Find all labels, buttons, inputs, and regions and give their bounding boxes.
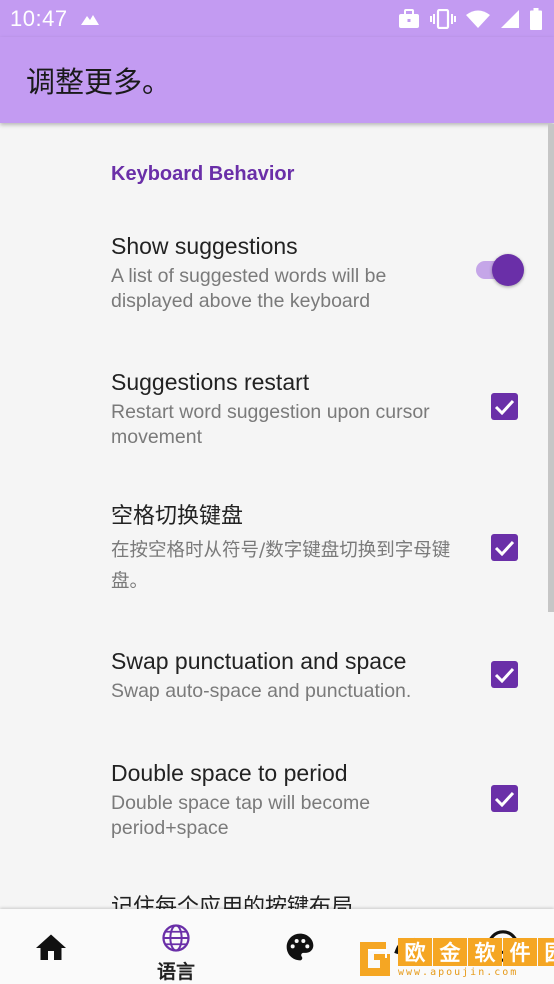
app-bar: 调整更多。 — [0, 37, 554, 123]
checkmark-icon — [494, 540, 515, 556]
pref-title: Show suggestions — [111, 233, 298, 259]
watermark: 欧 金 软 件 园 www.apoujin.com — [356, 936, 554, 980]
switch-thumb — [492, 254, 524, 286]
status-time: 10:47 — [10, 5, 68, 31]
pref-title: 记住每个应用的按键布局 — [111, 895, 354, 909]
watermark-char: 件 — [503, 938, 537, 966]
home-icon — [36, 934, 66, 960]
watermark-url: www.apoujin.com — [398, 967, 519, 978]
checkmark-icon — [494, 791, 515, 807]
watermark-char: 软 — [468, 938, 502, 966]
globe-icon — [162, 924, 190, 952]
nav-label: 语言 — [156, 961, 195, 983]
pref-summary: Swap auto-space and punctuation. — [111, 680, 412, 702]
nav-home[interactable] — [30, 909, 72, 984]
double-space-period-checkbox[interactable] — [491, 785, 518, 812]
palette-icon — [286, 933, 314, 961]
checkmark-icon — [494, 667, 515, 683]
nav-language[interactable]: 语言 — [145, 909, 207, 984]
battery-icon — [530, 7, 542, 30]
swap-punctuation-checkbox[interactable] — [491, 661, 518, 688]
signal-icon — [501, 9, 519, 28]
watermark-char: 园 — [538, 938, 554, 966]
nav-theme[interactable] — [282, 909, 318, 984]
settings-list[interactable]: Keyboard Behavior Show suggestions A lis… — [0, 123, 554, 909]
space-switch-keyboard-checkbox[interactable] — [491, 534, 518, 561]
vibrate-icon — [430, 8, 456, 29]
pref-title: Double space to period — [111, 760, 348, 786]
pref-title: 空格切换键盘 — [111, 504, 244, 529]
pref-show-suggestions[interactable]: Show suggestions A list of suggested wor… — [111, 231, 456, 314]
pref-suggestions-restart[interactable]: Suggestions restart Restart word suggest… — [111, 367, 456, 450]
pref-swap-punctuation[interactable]: Swap punctuation and space Swap auto-spa… — [111, 646, 456, 704]
work-briefcase-icon — [399, 8, 419, 28]
checkmark-icon — [494, 399, 515, 415]
watermark-char: 欧 — [398, 938, 432, 966]
pref-space-switch-keyboard[interactable]: 空格切换键盘 在按空格时从符号/数字键盘切换到字母键盘。 — [111, 502, 456, 597]
pref-title: Swap punctuation and space — [111, 648, 407, 674]
pref-summary: 在按空格时从符号/数字键盘切换到字母键盘。 — [111, 540, 451, 592]
show-suggestions-switch[interactable] — [474, 251, 524, 287]
scrollbar[interactable] — [548, 124, 554, 612]
pref-remember-layout[interactable]: 记住每个应用的按键布局 — [111, 893, 456, 909]
page-title: 调整更多。 — [26, 65, 172, 99]
notification-triangle-icon — [80, 14, 99, 25]
suggestions-restart-checkbox[interactable] — [491, 393, 518, 420]
pref-summary: Restart word suggestion upon cursor move… — [111, 401, 430, 448]
watermark-logo-icon — [356, 938, 394, 978]
pref-summary: Double space tap will become period+spac… — [111, 792, 371, 839]
wifi-icon — [466, 10, 490, 28]
pref-summary: A list of suggested words will be displa… — [111, 265, 387, 312]
pref-title: Suggestions restart — [111, 369, 310, 395]
pref-double-space-period[interactable]: Double space to period Double space tap … — [111, 758, 456, 841]
section-header: Keyboard Behavior — [111, 163, 295, 185]
status-bar: 10:47 — [0, 0, 554, 37]
watermark-char: 金 — [433, 938, 467, 966]
